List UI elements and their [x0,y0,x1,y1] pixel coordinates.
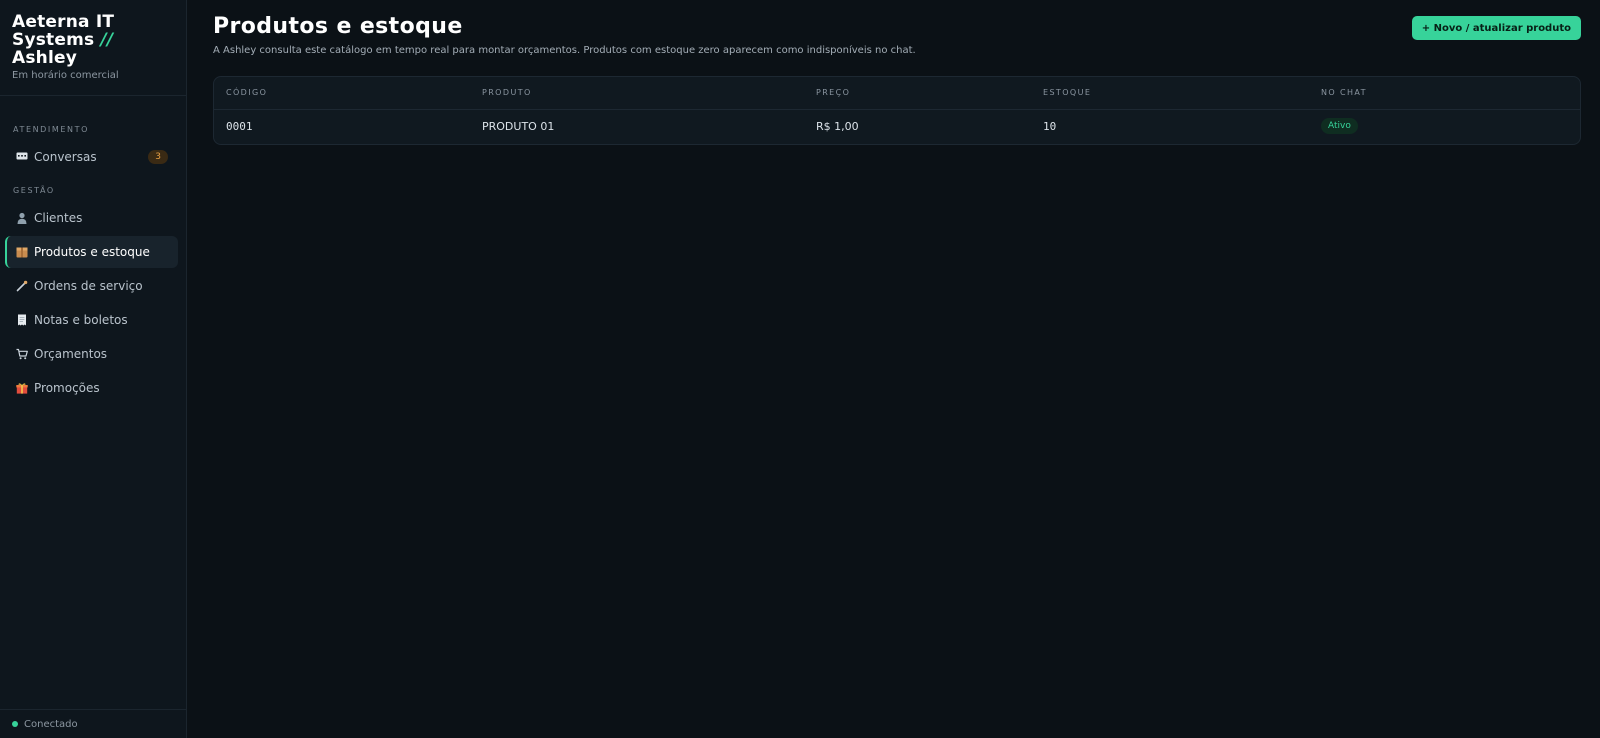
connection-status: Conectado [0,709,186,738]
page-subtitle: A Ashley consulta este catálogo em tempo… [213,45,916,56]
receipt-icon [15,314,28,327]
chat-icon [15,151,28,164]
brand-line-1: Aeterna IT [12,12,115,32]
status-badge: Ativo [1321,118,1358,134]
new-update-product-button[interactable]: + Novo / atualizar produto [1411,16,1581,40]
sidebar-item-ordens[interactable]: Ordens de serviço [5,270,178,302]
sidebar-item-notas[interactable]: Notas e boletos [5,304,178,336]
column-header-no-chat: NO CHAT [1321,88,1367,97]
brand-title: Aeterna IT Systems // Ashley [12,13,174,67]
cell-preco: R$ 1,00 [816,120,859,133]
column-header-codigo: CÓDIGO [226,88,268,97]
brand: Aeterna IT Systems // Ashley Em horário … [0,0,186,96]
gift-icon [15,382,28,395]
connection-status-label: Conectado [24,718,78,730]
products-table: CÓDIGO PRODUTO PREÇO ESTOQUE NO CHAT 000… [213,76,1581,145]
wrench-icon [15,280,28,293]
sidebar-item-orcamentos[interactable]: Orçamentos [5,338,178,370]
sidebar-item-conversas[interactable]: Conversas 3 [5,141,178,173]
cell-produto: PRODUTO 01 [482,120,555,133]
cell-codigo: 0001 [226,120,253,133]
sidebar-item-clientes[interactable]: Clientes [5,202,178,234]
brand-line-3: Ashley [12,48,78,68]
box-icon [15,246,28,259]
sidebar-item-label: Notas e boletos [34,313,128,327]
person-icon [15,212,28,225]
sidebar-item-label: Produtos e estoque [34,245,150,259]
conversations-count-badge: 3 [148,150,168,164]
sidebar-item-label: Clientes [34,211,83,225]
table-row[interactable]: 0001 PRODUTO 01 R$ 1,00 10 Ativo [214,109,1580,144]
brand-line-2: Systems [12,30,95,50]
sidebar-item-label: Conversas [34,150,97,164]
column-header-produto: PRODUTO [482,88,532,97]
sidebar-item-label: Orçamentos [34,347,108,361]
section-gestao: GESTÃO [13,186,55,195]
section-atendimento: ATENDIMENTO [13,125,90,134]
sidebar-item-label: Ordens de serviço [34,279,143,293]
sidebar-item-label: Promoções [34,381,100,395]
business-hours-status: Em horário comercial [12,70,119,81]
page-title: Produtos e estoque [213,14,463,39]
column-header-preco: PREÇO [816,88,851,97]
cell-estoque: 10 [1043,120,1057,133]
table-header: CÓDIGO PRODUTO PREÇO ESTOQUE NO CHAT [214,77,1580,110]
brand-slash: // [100,30,114,50]
sidebar-item-promocoes[interactable]: Promoções [5,372,178,404]
column-header-estoque: ESTOQUE [1043,88,1092,97]
sidebar: Aeterna IT Systems // Ashley Em horário … [0,0,187,738]
status-dot [12,721,18,727]
cart-icon [15,348,28,361]
sidebar-item-produtos[interactable]: Produtos e estoque [5,236,178,268]
